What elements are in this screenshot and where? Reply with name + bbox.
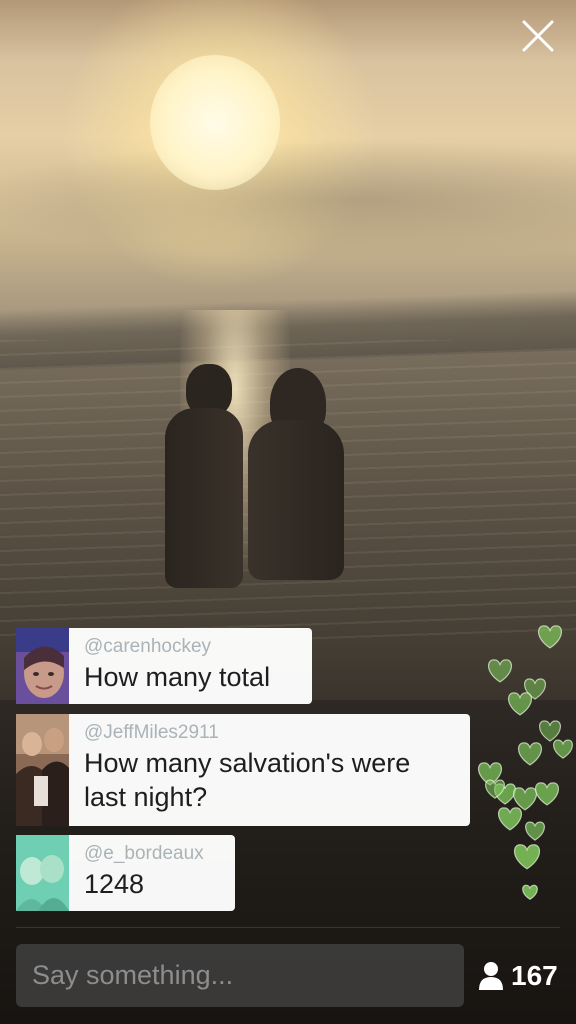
heart-icon: [507, 692, 533, 716]
sun: [150, 55, 280, 190]
heart-icon: [522, 884, 538, 901]
heart-icon: [553, 739, 573, 759]
comment-item: @JeffMiles2911 How many salvation's were…: [16, 714, 470, 826]
avatar[interactable]: [16, 628, 69, 704]
comment-input[interactable]: Say something...: [16, 944, 464, 1007]
clouds: [0, 140, 576, 260]
close-button[interactable]: [520, 18, 556, 54]
comment-handle[interactable]: @JeffMiles2911: [84, 722, 456, 744]
comment-handle[interactable]: @e_bordeaux: [84, 843, 221, 865]
viewer-count-value: 167: [511, 960, 558, 991]
heart-icon: [512, 787, 538, 811]
heart-icon: [497, 807, 523, 831]
viewer-count[interactable]: 167: [478, 955, 558, 997]
avatar[interactable]: [16, 714, 69, 826]
comment-message: How many total: [84, 662, 271, 692]
divider: [16, 927, 560, 928]
person-silhouette-body: [165, 408, 243, 588]
close-icon: [522, 20, 554, 52]
comment-handle[interactable]: @carenhockey: [84, 636, 298, 658]
comment-bubble: @e_bordeaux 1248: [69, 835, 235, 911]
hearts-stream: [455, 610, 576, 910]
comment-item: @carenhockey How many total: [16, 628, 312, 704]
heart-icon: [477, 625, 573, 901]
heart-icon: [487, 659, 513, 683]
heart-icon: [513, 844, 541, 870]
comment-message: How many salvation's were last night?: [84, 748, 411, 812]
heart-icon: [525, 821, 545, 841]
person-silhouette-body: [248, 420, 344, 580]
heart-icon: [534, 782, 560, 806]
avatar[interactable]: [16, 835, 69, 911]
comment-bubble: @carenhockey How many total: [69, 628, 312, 704]
comment-bubble: @JeffMiles2911 How many salvation's were…: [69, 714, 470, 826]
comment-input-placeholder: Say something...: [32, 960, 234, 990]
comment-message: 1248: [84, 869, 145, 899]
heart-icon: [537, 625, 563, 649]
person-icon: [479, 962, 503, 990]
comment-item: @e_bordeaux 1248: [16, 835, 235, 911]
heart-icon: [517, 742, 543, 766]
heart-icon: [539, 720, 561, 742]
